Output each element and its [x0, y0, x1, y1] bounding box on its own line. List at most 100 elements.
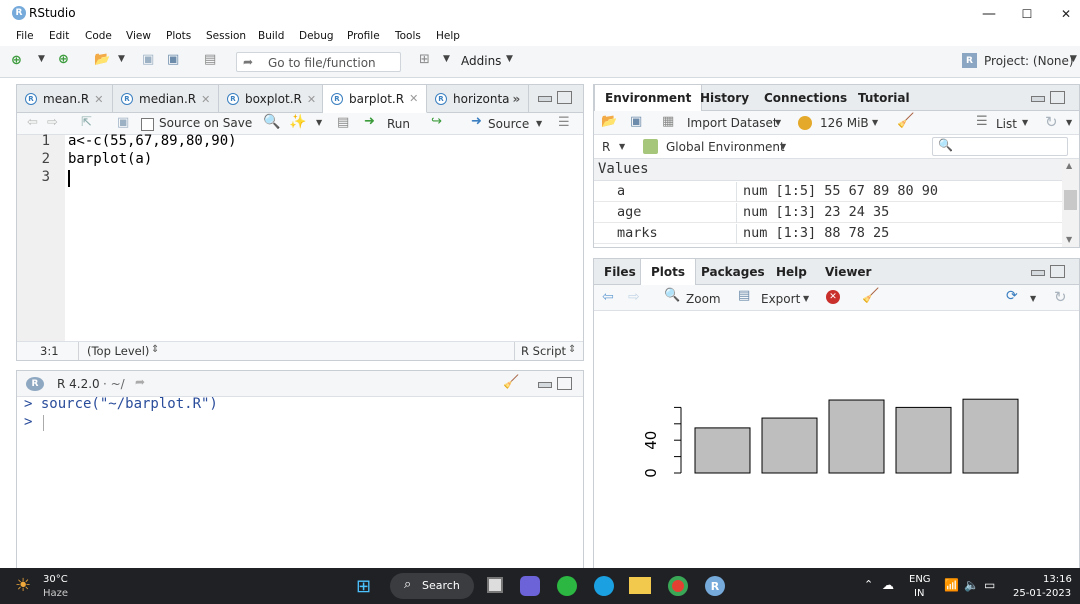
language-selector[interactable]: R: [602, 140, 610, 154]
close-tab-icon[interactable]: ✕: [307, 93, 316, 106]
grid-layout-icon[interactable]: ⊞: [419, 52, 430, 67]
minimize-pane-icon[interactable]: [538, 96, 552, 102]
refresh-dropdown-icon[interactable]: ▼: [1066, 118, 1072, 127]
taskbar-search[interactable]: ⌕ Search: [390, 573, 474, 599]
compile-report-icon[interactable]: ▤: [337, 115, 349, 130]
remove-plot-icon[interactable]: ✕: [826, 290, 840, 304]
minimize-pane-icon[interactable]: [1031, 270, 1045, 276]
search-icon[interactable]: 🔍: [263, 114, 280, 130]
open-dropdown-icon[interactable]: ▼: [118, 54, 125, 64]
temperature[interactable]: 30°C: [43, 574, 68, 585]
rstudio-taskbar-icon[interactable]: R: [705, 576, 725, 596]
tab-boxplot-r[interactable]: Rboxplot.R ✕: [219, 85, 323, 113]
run-arrow-icon[interactable]: ➜: [364, 114, 375, 129]
rerun-icon[interactable]: ↪: [431, 114, 442, 129]
import-dataset-icon[interactable]: ▦: [662, 114, 674, 129]
new-file-dropdown-icon[interactable]: ▼: [38, 54, 45, 64]
save-all-icon[interactable]: ▣: [167, 52, 179, 67]
zoom-button[interactable]: Zoom: [686, 292, 721, 306]
working-dir[interactable]: · ~/: [103, 377, 125, 391]
print-icon[interactable]: ▤: [204, 52, 216, 67]
source-arrow-icon[interactable]: ➜: [471, 114, 482, 129]
goto-dir-icon[interactable]: ➦: [135, 375, 145, 389]
teams-icon[interactable]: [520, 576, 540, 596]
menu-edit[interactable]: Edit: [49, 30, 69, 42]
zoom-icon[interactable]: 🔍: [664, 288, 680, 303]
environment-dropdown-icon[interactable]: ▼: [780, 142, 786, 151]
whatsapp-icon[interactable]: [557, 576, 577, 596]
maximize-pane-icon[interactable]: [1050, 91, 1065, 104]
tab-barplot-r[interactable]: Rbarplot.R ✕: [323, 85, 427, 113]
scroll-thumb[interactable]: [1064, 190, 1077, 210]
region-code[interactable]: IN: [914, 588, 924, 599]
export-dropdown-icon[interactable]: ▼: [803, 294, 809, 303]
run-button[interactable]: Run: [387, 117, 410, 131]
network-alert-icon[interactable]: ☁: [882, 578, 894, 592]
menu-tools[interactable]: Tools: [395, 30, 421, 42]
project-dropdown-icon[interactable]: ▼: [1070, 54, 1077, 64]
battery-icon[interactable]: ▭: [984, 578, 995, 592]
type-updown-icon[interactable]: ⇕: [568, 344, 576, 355]
publish-icon[interactable]: ⟳: [1006, 288, 1018, 304]
menu-view[interactable]: View: [126, 30, 151, 42]
project-menu[interactable]: Project: (None): [984, 54, 1074, 68]
memory-usage[interactable]: 126 MiB: [820, 116, 869, 130]
previous-plot-icon[interactable]: ⇦: [602, 289, 614, 305]
new-file-icon[interactable]: ⊕: [11, 53, 22, 68]
env-row[interactable]: a num [1:5] 55 67 89 80 90: [594, 182, 1062, 202]
save-file-icon[interactable]: ▣: [117, 115, 129, 130]
file-type-selector[interactable]: R Script: [521, 344, 566, 358]
scroll-up-icon[interactable]: ▲: [1066, 161, 1072, 170]
publish-dropdown-icon[interactable]: ▼: [1030, 294, 1036, 303]
maximize-pane-icon[interactable]: [557, 91, 572, 104]
new-project-icon[interactable]: ⊕: [58, 52, 69, 67]
menu-plots[interactable]: Plots: [166, 30, 191, 42]
refresh-plot-icon[interactable]: ↻: [1054, 288, 1067, 306]
save-icon[interactable]: ▣: [142, 52, 154, 67]
console-output[interactable]: > source("~/barplot.R") >: [17, 396, 583, 569]
forward-arrow-icon[interactable]: ⇨: [47, 115, 58, 130]
close-tab-icon[interactable]: ✕: [201, 93, 210, 106]
tab-connections[interactable]: Connections: [754, 85, 857, 111]
addins-dropdown-icon[interactable]: ▼: [506, 54, 513, 64]
minimize-button[interactable]: —: [979, 4, 999, 24]
weather-condition[interactable]: Haze: [43, 588, 68, 599]
code-editor[interactable]: a<-c(55,67,89,80,90) barplot(a): [65, 133, 583, 341]
env-row[interactable]: age num [1:3] 23 24 35: [594, 203, 1062, 223]
layout-dropdown-icon[interactable]: ▼: [443, 54, 450, 64]
source-button[interactable]: Source: [488, 117, 529, 131]
clock-time[interactable]: 13:16: [1043, 574, 1072, 585]
start-icon[interactable]: ⊞: [356, 576, 371, 597]
menu-profile[interactable]: Profile: [347, 30, 380, 42]
load-workspace-icon[interactable]: 📂: [601, 114, 617, 129]
clear-console-icon[interactable]: 🧹: [503, 375, 519, 390]
tab-plots[interactable]: Plots: [640, 259, 697, 285]
more-tabs-icon[interactable]: »: [513, 92, 521, 106]
maximize-pane-icon[interactable]: [1050, 265, 1065, 278]
scroll-down-icon[interactable]: ▼: [1066, 235, 1072, 244]
list-view-icon[interactable]: ☰: [976, 114, 988, 129]
menu-debug[interactable]: Debug: [299, 30, 334, 42]
tab-viewer[interactable]: Viewer: [815, 259, 881, 285]
menu-session[interactable]: Session: [206, 30, 246, 42]
global-environment-selector[interactable]: Global Environment: [666, 140, 785, 154]
export-button[interactable]: Export: [761, 292, 800, 306]
tab-help[interactable]: Help: [766, 259, 817, 285]
tab-history[interactable]: History: [690, 85, 759, 111]
save-workspace-icon[interactable]: ▣: [630, 114, 642, 129]
menu-code[interactable]: Code: [85, 30, 112, 42]
menu-build[interactable]: Build: [258, 30, 284, 42]
view-dropdown-icon[interactable]: ▼: [1022, 118, 1028, 127]
maximize-pane-icon[interactable]: [557, 377, 572, 390]
file-explorer-icon[interactable]: [629, 577, 651, 594]
next-plot-icon[interactable]: ⇨: [628, 289, 640, 305]
tab-files[interactable]: Files: [594, 259, 646, 285]
tab-horizontal-r[interactable]: Rhorizonta»: [427, 85, 529, 113]
view-mode-selector[interactable]: List: [996, 117, 1017, 131]
export-icon[interactable]: ▤: [738, 288, 750, 303]
minimize-pane-icon[interactable]: [538, 382, 552, 388]
open-file-icon[interactable]: 📂: [94, 52, 110, 67]
import-dropdown-icon[interactable]: ▼: [775, 118, 781, 127]
task-view-icon[interactable]: [487, 577, 503, 593]
menu-help[interactable]: Help: [436, 30, 460, 42]
